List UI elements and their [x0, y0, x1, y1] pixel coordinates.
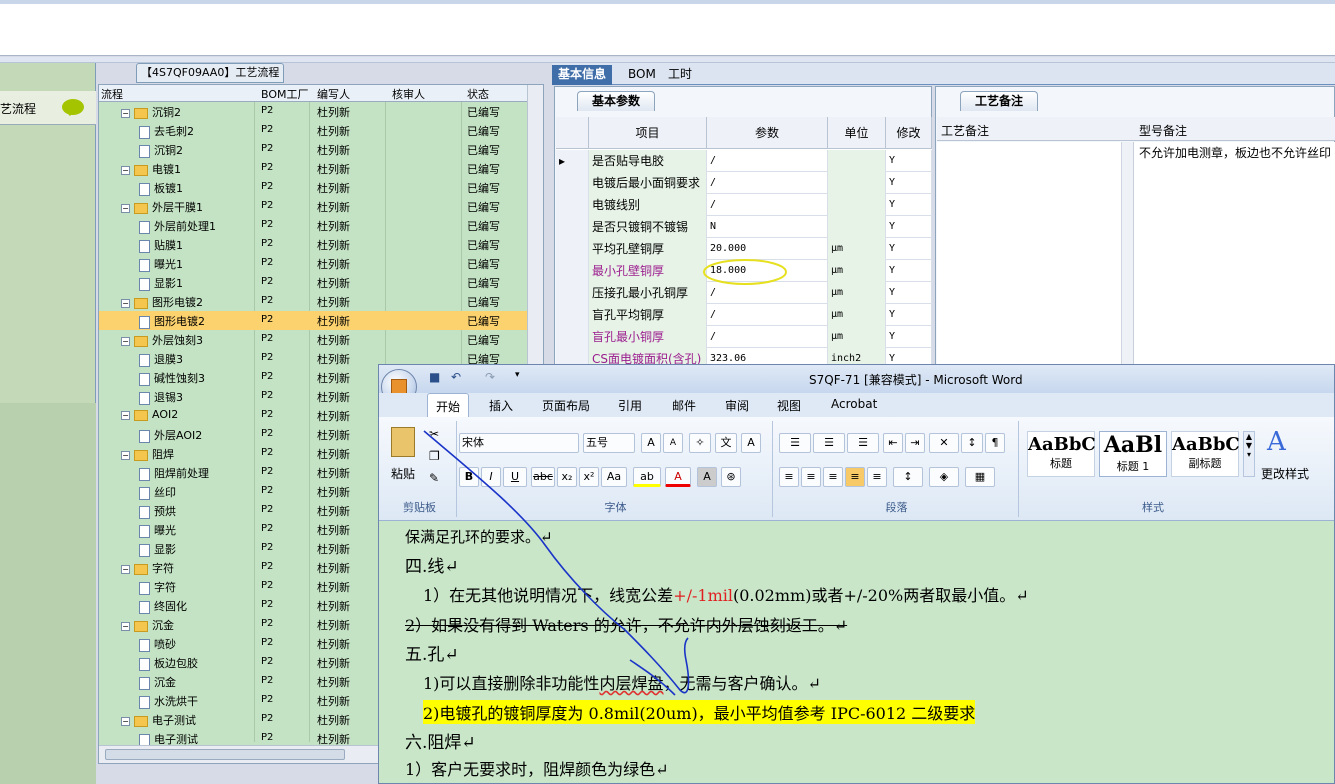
pen-annotation [423, 430, 690, 696]
pen-stroke [423, 430, 690, 696]
